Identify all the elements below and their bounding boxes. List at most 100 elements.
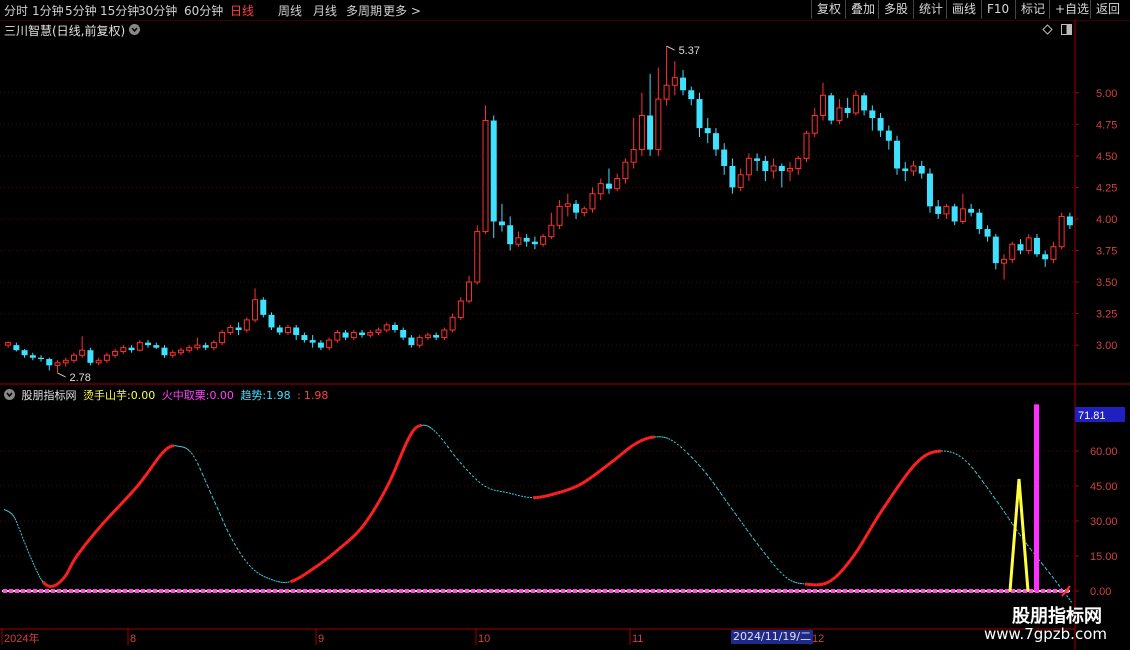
trend-line-segment [613,456,619,462]
trend-line-segment [779,571,784,575]
baseline-dot [651,589,655,593]
baseline-dot [783,589,787,593]
trend-line-segment [236,547,240,553]
chart-canvas[interactable]: 3.00 3.25 3.50 3.75 4.00 4.25 4.50 4.75 5.00 5.37… [0,0,1130,650]
baseline-dot [171,589,175,593]
trend-line-segment [400,446,407,454]
baseline-dot [549,589,553,593]
baseline-dot [561,589,565,593]
trend-line-segment [919,455,925,461]
baseline-dot [321,589,325,593]
trend-line-segment [790,579,794,583]
candle-body [647,115,654,150]
trend-line-segment [63,574,68,578]
high-label: 5.37 [679,45,700,57]
candle-body [984,229,991,237]
trend-line-segment [764,552,769,558]
trend-line-segment [140,475,147,483]
baseline-dot [267,589,271,593]
trend-line-segment [298,574,304,580]
trend-line-segment [268,577,272,580]
trend-line-segment [922,453,928,459]
baseline-dot [495,589,499,593]
trend-line-segment [405,436,411,443]
candle-body [186,347,193,351]
trend-line-segment [374,501,380,509]
trend-line-segment [911,461,918,468]
trend-line-segment [108,510,116,518]
chevron-down-icon[interactable] [4,389,15,400]
baseline-dot [105,589,109,593]
baseline-dot [699,589,703,593]
trend-line-segment [334,547,340,553]
trend-line-segment [520,495,525,498]
candle-body [1066,216,1073,226]
candle-body [400,330,407,338]
trend-line-segment [637,439,641,444]
time-tick-label: 12 [812,633,824,645]
trend-line-segment [391,466,398,475]
baseline-dot [819,589,823,593]
candle-body [729,165,736,188]
candle-body [391,324,398,331]
trend-line-segment [459,462,464,467]
baseline-dot [891,589,895,593]
line1-value: 0.00 [130,389,156,402]
trend-line-segment [96,524,103,531]
time-tick-label: 8 [130,633,136,645]
candle-body [383,324,390,331]
trend-line-segment [647,436,651,440]
trend-line-segment [403,440,409,448]
trend-line-segment [837,570,843,576]
trend-line-segment [67,567,72,572]
price-tick-label: 5.00 [1096,88,1117,100]
trend-line-segment [792,581,796,583]
baseline-dot [45,589,49,593]
trend-line-segment [1058,584,1062,589]
trend-line-segment [21,536,24,540]
trend-line-segment [628,444,634,450]
baseline-dot [219,589,223,593]
baseline-dot [453,589,457,593]
baseline-dot [195,589,199,593]
baseline-dot [363,589,367,593]
trend-line-segment [241,555,245,560]
trend-line-segment [325,555,331,561]
candle-body [943,205,950,215]
trend-line-segment [160,449,166,455]
baseline-dot [981,589,985,593]
trend-line-segment [31,560,34,564]
trend-line-segment [185,447,188,450]
trend-line-segment [25,545,28,549]
baseline-dot [1053,589,1057,593]
trend-line-segment [903,470,910,479]
trend-line-segment [968,463,973,468]
trend-line-segment [616,453,622,459]
trend-line-segment [1045,568,1050,574]
trend-line-segment [979,476,984,483]
baseline-dot [135,589,139,593]
trend-line-segment [118,499,126,508]
trend-line-segment [866,526,873,535]
candle-body [252,299,259,321]
candle-body [811,114,818,134]
trend-line-segment [849,555,855,562]
trend-line-segment [73,555,79,560]
baseline-dot [423,589,427,593]
candle-body [128,347,135,351]
candle-body [342,332,349,338]
trend-line-segment [496,490,500,492]
trend-line-segment [475,478,479,482]
trend-line-segment [915,458,922,464]
trend-line-segment [275,580,279,583]
trend-line-segment [58,579,63,584]
trend-line-segment [60,577,65,582]
candle-body [21,350,28,356]
baseline-dot [753,589,757,593]
price-tick-label: 4.75 [1096,119,1117,131]
baseline-dot [165,589,169,593]
trend-line-segment [795,581,798,584]
trend-line-segment [484,485,488,489]
candle-body [482,120,489,233]
trend-line-segment [197,463,201,470]
